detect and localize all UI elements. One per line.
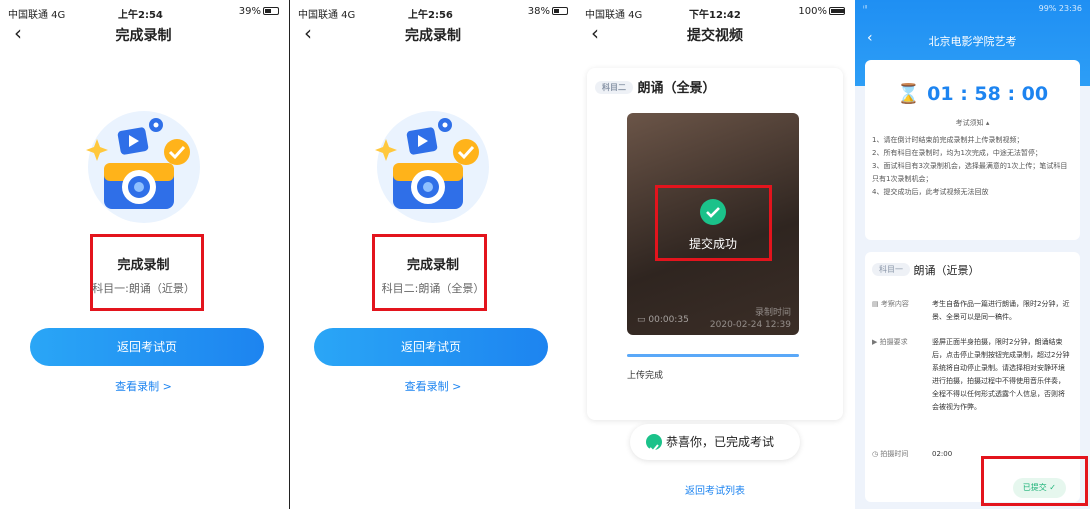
clock: 上午2:56 bbox=[408, 10, 453, 21]
nav-bar: ‹ 完成录制 bbox=[290, 22, 576, 48]
content-row: ▤ 考察内容 考生自备作品一篇进行朗诵，限时2分钟，近景、全景可以是同一稿件。 bbox=[872, 298, 1070, 324]
battery-indicator: 38% bbox=[528, 6, 568, 17]
duration-key: ◷ 拍摄时间 bbox=[872, 450, 909, 458]
rules-list: 1、请在倒计时结束前完成录制并上传录制视频； 2、所有科目在录制时，均为1次完成… bbox=[872, 134, 1074, 199]
rule-item: 3、面试科目有3次录制机会，选择最满意的1次上传；笔试科目只有1次录制机会； bbox=[872, 162, 1068, 183]
video-card: 科目二 朗诵（全景） 提交成功 ▭ 00:00:35 录制时间 2020-02-2… bbox=[587, 68, 843, 420]
status-right: 99% 23:36 bbox=[1038, 4, 1082, 13]
highlight-box bbox=[981, 456, 1088, 506]
status-bar: 中国联通 4G 上午2:56 38% bbox=[290, 0, 576, 22]
nav-bar: ‹ 提交视频 bbox=[577, 22, 853, 48]
phone-screen-complete-recording-2: 中国联通 4G 上午2:56 38% ‹ 完成录制 完成录制 科目二:朗诵（全景… bbox=[289, 0, 576, 509]
return-to-exam-button[interactable]: 返回考试页 bbox=[30, 328, 264, 366]
return-to-exam-button[interactable]: 返回考试页 bbox=[314, 328, 548, 366]
clock: 下午12:42 bbox=[689, 10, 741, 21]
nav-bar: ‹ 完成录制 bbox=[0, 22, 287, 48]
battery-indicator: 39% bbox=[239, 6, 279, 17]
content-key: ▤ 考察内容 bbox=[872, 300, 909, 308]
record-time: 录制时间 2020-02-24 12:39 bbox=[709, 308, 791, 330]
countdown-timer: ⌛ 01 : 58 : 00 bbox=[896, 83, 1049, 105]
exam-notice-toggle[interactable]: 考试须知 ▴ bbox=[865, 118, 1080, 128]
subject-tag: 科目一 bbox=[872, 263, 910, 276]
carrier-label: 中国联通 4G bbox=[8, 10, 66, 21]
page-title: 完成录制 bbox=[115, 28, 172, 44]
requirement-key: ▶ 拍摄要求 bbox=[872, 338, 908, 346]
clock: 上午2:54 bbox=[118, 10, 163, 21]
phone-screen-complete-recording-1: 中国联通 4G 上午2:54 39% ‹ 完成录制 完成录制 科目一:朗诵（近景… bbox=[0, 0, 287, 509]
subject-title: 朗诵（全景） bbox=[637, 81, 716, 96]
page-title: 提交视频 bbox=[687, 28, 743, 44]
phone-screen-submit-video: 中国联通 4G 下午12:42 100% ‹ 提交视频 科目二 朗诵（全景） 提… bbox=[577, 0, 853, 509]
page-title: 完成录制 bbox=[405, 28, 461, 44]
video-duration: ▭ 00:00:35 bbox=[637, 315, 689, 325]
status-bar: 中国联通 4G 下午12:42 100% bbox=[577, 0, 853, 22]
highlight-box bbox=[655, 185, 772, 261]
return-to-exam-list-link[interactable]: 返回考试列表 bbox=[577, 482, 853, 497]
camera-illustration-icon bbox=[85, 111, 200, 223]
subject-label: 科目一:朗诵（近景） bbox=[92, 282, 195, 295]
rule-item: 4、提交成功后，此考试视频无法回放 bbox=[872, 188, 989, 196]
requirement-row: ▶ 拍摄要求 竖屏正面半身拍摄，限时2分钟，朗诵结束后，点击停止录制按钮完成录制… bbox=[872, 336, 1070, 414]
view-recording-link[interactable]: 查看录制 > bbox=[0, 378, 287, 394]
upload-progress-bar bbox=[627, 354, 799, 357]
timer-card: ⌛ 01 : 58 : 00 考试须知 ▴ 1、请在倒计时结束前完成录制并上传录… bbox=[865, 60, 1080, 240]
status-bar: 中国联通 4G 上午2:54 39% bbox=[0, 0, 287, 22]
screenshot-collage: 中国联通 4G 上午2:54 39% ‹ 完成录制 完成录制 科目一:朗诵（近景… bbox=[0, 0, 1090, 509]
subject-header: 科目二 朗诵（全景） bbox=[595, 77, 716, 96]
status-signal: ᴵˡˡ bbox=[863, 4, 868, 13]
check-circle-icon bbox=[646, 434, 662, 453]
camera-illustration-icon bbox=[375, 111, 489, 223]
carrier-label: 中国联通 4G bbox=[585, 10, 643, 21]
rule-item: 1、请在倒计时结束前完成录制并上传录制视频； bbox=[872, 136, 1024, 144]
battery-indicator: 100% bbox=[798, 6, 845, 17]
requirement-value: 竖屏正面半身拍摄，限时2分钟，朗诵结束后，点击停止录制按钮完成录制，超过2分钟系… bbox=[932, 338, 1070, 411]
subject-label: 科目二:朗诵（全景） bbox=[381, 282, 485, 295]
congrats-toast: 恭喜你，已完成考试 bbox=[630, 424, 800, 460]
subject-header: 科目一 朗诵（近景） bbox=[872, 262, 980, 278]
subject-title: 朗诵（近景） bbox=[913, 264, 980, 277]
upload-status: 上传完成 bbox=[627, 371, 664, 381]
carrier-label: 中国联通 4G bbox=[298, 10, 356, 21]
completion-title: 完成录制 bbox=[117, 258, 170, 273]
view-recording-link[interactable]: 查看录制 > bbox=[290, 378, 576, 394]
page-title: 北京电影学院艺考 bbox=[928, 35, 1017, 48]
rule-item: 2、所有科目在录制时，均为1次完成，中途无法暂停； bbox=[872, 149, 1042, 157]
phone-screen-exam-detail: ᴵˡˡ 99% 23:36 ‹ 北京电影学院艺考 ⌛ 01 : 58 : 00 … bbox=[855, 0, 1090, 509]
completion-title: 完成录制 bbox=[406, 258, 459, 273]
subject-tag: 科目二 bbox=[595, 81, 633, 94]
content-value: 考生自备作品一篇进行朗诵，限时2分钟，近景、全景可以是同一稿件。 bbox=[932, 300, 1070, 321]
